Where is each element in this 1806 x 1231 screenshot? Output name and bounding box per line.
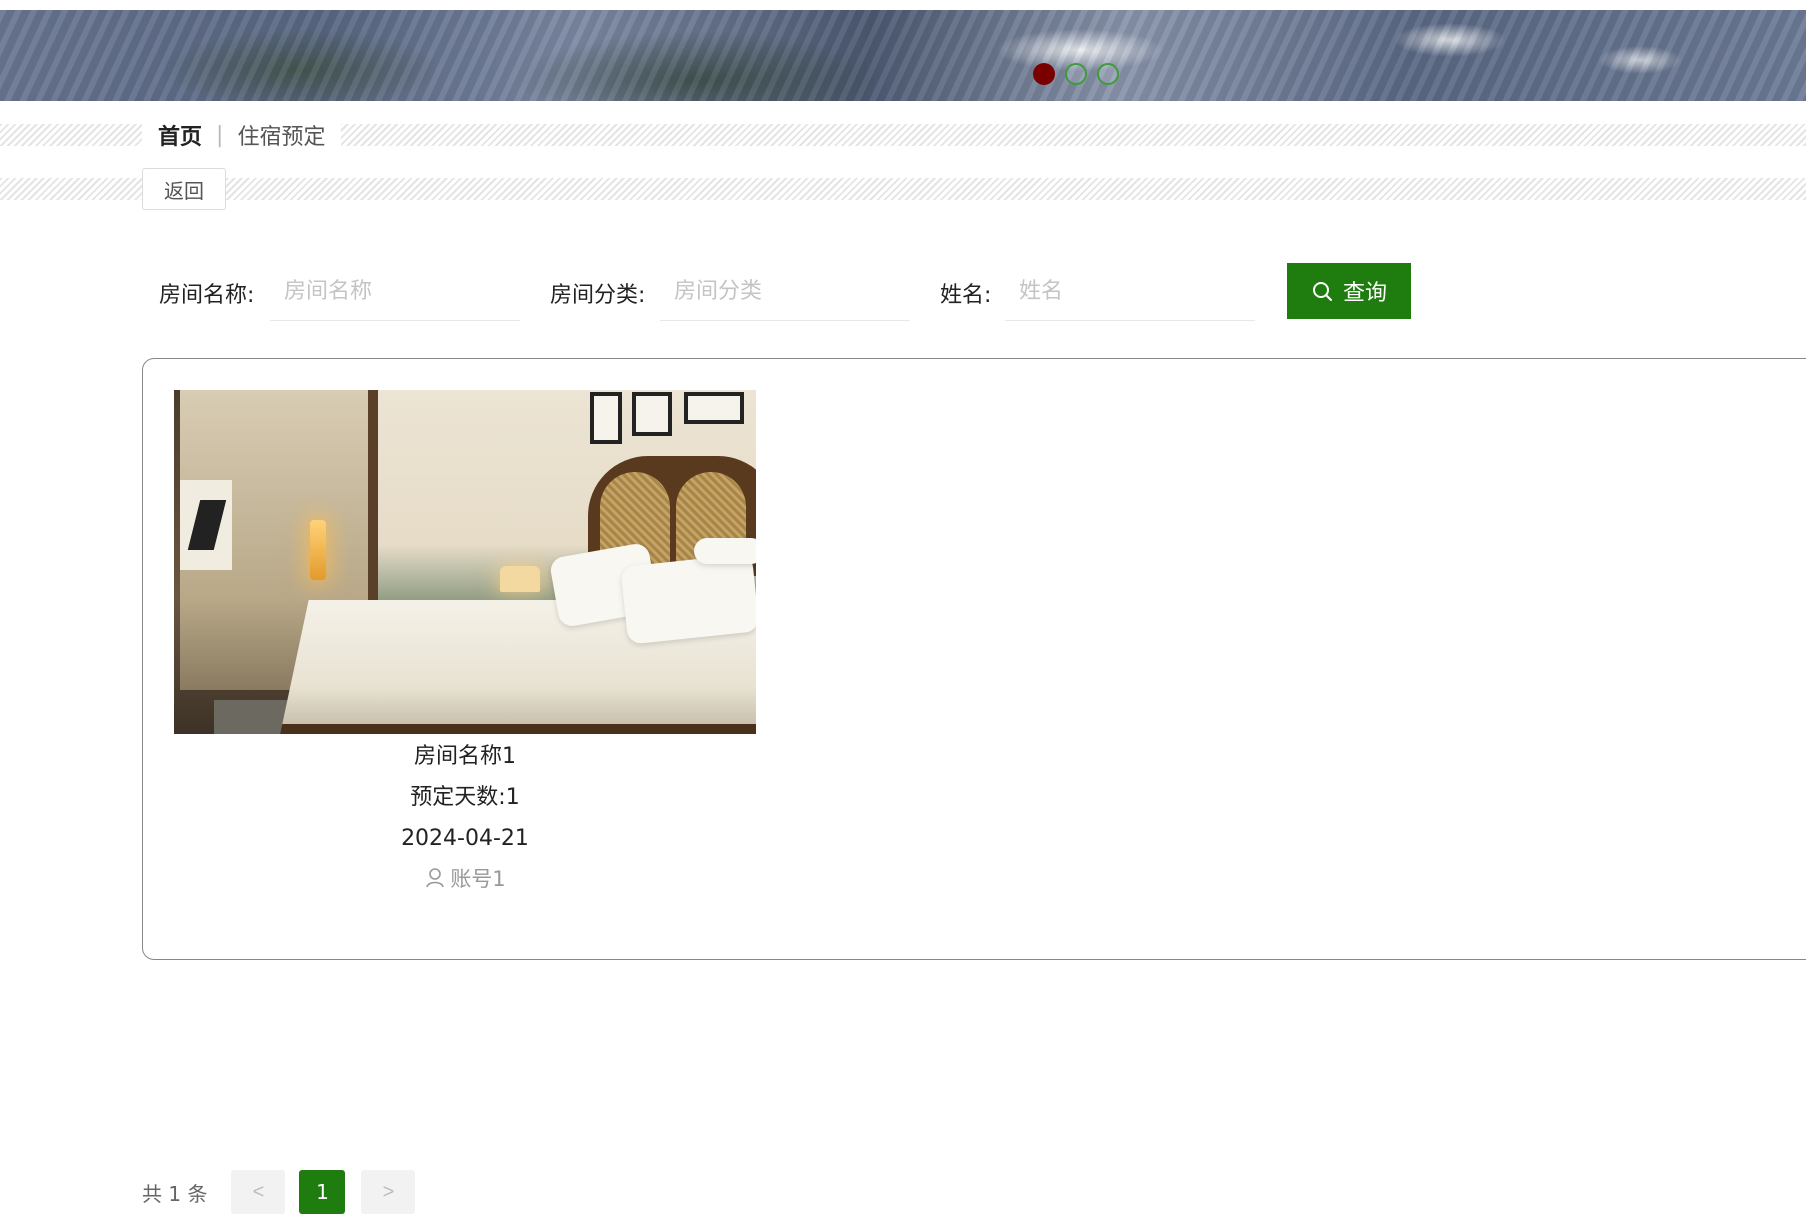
search-bar: 房间名称: 房间分类: 姓名: 查询	[0, 263, 1806, 321]
room-image[interactable]	[174, 390, 756, 734]
prev-page-button[interactable]: <	[231, 1170, 286, 1214]
booking-days: 预定天数:1	[410, 785, 520, 810]
results-panel: 房间名称1 预定天数:1 2024-04-21 账号1	[142, 358, 1806, 960]
top-banner	[0, 10, 1806, 101]
breadcrumb-separator: |	[216, 122, 224, 148]
account-name: 账号1	[450, 867, 506, 891]
banner-indicator-dot[interactable]	[1033, 63, 1055, 85]
back-button[interactable]: 返回	[142, 168, 226, 210]
name-input[interactable]	[1005, 263, 1255, 321]
room-category-input[interactable]	[660, 263, 910, 321]
back-divider	[0, 178, 1806, 200]
banner-indicators	[1033, 63, 1119, 85]
search-button[interactable]: 查询	[1287, 263, 1411, 319]
banner-indicator-dot[interactable]	[1065, 63, 1087, 85]
account-row: 账号1	[174, 863, 756, 893]
next-page-button[interactable]: >	[361, 1170, 416, 1214]
user-icon	[426, 868, 445, 888]
page-number-current[interactable]: 1	[299, 1170, 346, 1214]
search-button-label: 查询	[1342, 280, 1387, 305]
pagination: 共 1 条 < 1 >	[142, 1170, 416, 1214]
booking-date: 2024-04-21	[401, 826, 529, 851]
room-name-label: 房间名称:	[159, 283, 255, 308]
total-count: 共 1 条	[142, 1181, 208, 1206]
banner-indicator-dot[interactable]	[1097, 63, 1119, 85]
name-label: 姓名:	[940, 283, 992, 308]
room-name-input[interactable]	[270, 263, 520, 321]
list-item[interactable]: 房间名称1 预定天数:1 2024-04-21 账号1	[174, 390, 756, 893]
room-name: 房间名称1	[414, 744, 516, 769]
room-category-label: 房间分类:	[550, 283, 646, 308]
breadcrumb-home[interactable]: 首页	[158, 119, 202, 151]
breadcrumb-current: 住宿预定	[237, 125, 326, 150]
search-icon	[1312, 282, 1332, 301]
breadcrumb: 首页 | 住宿预定	[142, 114, 342, 156]
